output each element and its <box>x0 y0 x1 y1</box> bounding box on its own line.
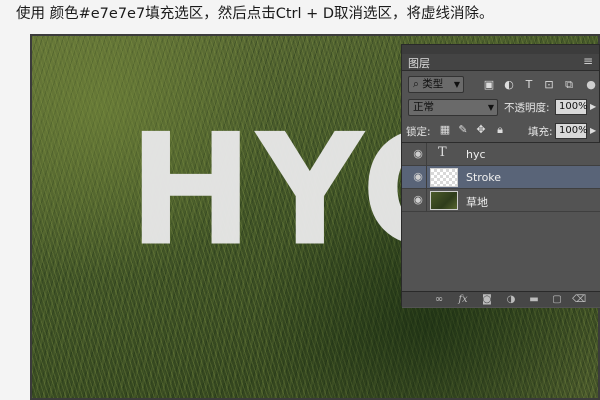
panel-footer-toolbar: ∞ fx ◙ ◑ ▬ ▢ ⌫ <box>402 291 600 307</box>
new-group-icon[interactable]: ▬ <box>527 293 541 306</box>
filter-type-icon[interactable]: T <box>522 78 536 92</box>
filter-type-select[interactable]: ⌕ 类型 ▼ <box>408 76 464 93</box>
layers-panel: 图层 ≡ ⌕ 类型 ▼ ▣ ◐ T ⊡ ⧉ ● 正常 ▼ 不透明度: 100% … <box>401 44 600 308</box>
layer-name: Stroke <box>466 171 502 184</box>
panel-tab-bar: 图层 ≡ <box>402 54 599 71</box>
layer-row-grass[interactable]: ◉ 草地 <box>402 189 600 212</box>
filter-pixel-icon[interactable]: ▣ <box>482 78 496 92</box>
link-layers-icon[interactable]: ∞ <box>432 293 446 306</box>
add-mask-icon[interactable]: ◙ <box>480 293 494 306</box>
divider <box>426 143 427 166</box>
filter-adjustment-icon[interactable]: ◐ <box>502 78 516 92</box>
text-layer-icon: T <box>438 145 447 160</box>
new-layer-icon[interactable]: ▢ <box>550 293 564 306</box>
lock-transparent-icon[interactable]: ▦ <box>438 123 452 137</box>
lock-all-icon[interactable]: 🔒︎ <box>493 123 507 137</box>
layer-thumbnail <box>430 168 458 187</box>
eye-icon[interactable]: ◉ <box>412 194 424 206</box>
layer-thumbnail <box>430 191 458 210</box>
instruction-text: 使用 颜色#e7e7e7填充选区，然后点击Ctrl + D取消选区，将虚线消除。 <box>16 6 494 22</box>
filter-smart-object-icon[interactable]: ⧉ <box>562 78 576 92</box>
fill-label: 填充: <box>528 126 553 138</box>
chevron-down-icon: ▼ <box>453 80 460 89</box>
layer-name: 草地 <box>466 196 488 209</box>
layers-list: ◉ T hyc ◉ Stroke ◉ 草地 <box>402 142 600 308</box>
layer-style-fx-icon[interactable]: fx <box>456 293 470 306</box>
opacity-field[interactable]: 100% <box>555 99 588 115</box>
delete-layer-icon[interactable]: ⌫ <box>572 293 586 306</box>
panel-grip-bar[interactable] <box>402 45 599 54</box>
blend-mode-select[interactable]: 正常 ▼ <box>408 99 498 116</box>
fill-field[interactable]: 100% <box>555 123 588 139</box>
adjustment-layer-icon[interactable]: ◑ <box>504 293 518 306</box>
tab-layers[interactable]: 图层 <box>408 55 430 71</box>
lock-brush-icon[interactable]: ✎ <box>456 123 470 137</box>
opacity-chevron-icon[interactable]: ▶ <box>590 102 596 111</box>
layer-name: hyc <box>466 148 486 161</box>
opacity-label: 不透明度: <box>504 102 550 114</box>
filter-toggle-icon[interactable]: ● <box>584 78 598 92</box>
chevron-down-icon: ▼ <box>487 103 494 112</box>
divider <box>426 166 427 189</box>
blend-mode-value: 正常 <box>413 101 434 113</box>
panel-menu-icon[interactable]: ≡ <box>583 54 593 68</box>
filter-type-label: 类型 <box>422 78 444 90</box>
fill-chevron-icon[interactable]: ▶ <box>590 126 596 135</box>
lock-label: 锁定: <box>406 126 431 138</box>
eye-icon[interactable]: ◉ <box>412 148 424 160</box>
layer-row-stroke[interactable]: ◉ Stroke <box>402 166 600 189</box>
layer-row-hyc[interactable]: ◉ T hyc <box>402 143 600 166</box>
search-icon: ⌕ <box>413 78 419 90</box>
divider <box>426 189 427 212</box>
eye-icon[interactable]: ◉ <box>412 171 424 183</box>
lock-move-icon[interactable]: ✥ <box>474 123 488 137</box>
filter-shape-icon[interactable]: ⊡ <box>542 78 556 92</box>
